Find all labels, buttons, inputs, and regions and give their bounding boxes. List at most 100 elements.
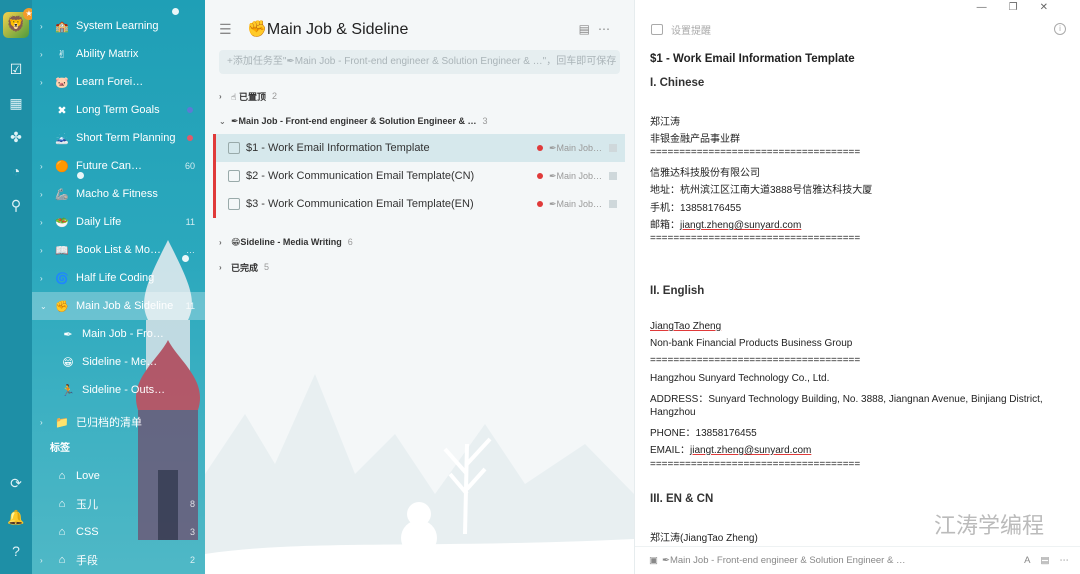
color-dot [187, 107, 193, 113]
footer-list-name[interactable]: ✒Main Job - Front-end engineer & Solutio… [662, 555, 905, 566]
victory-hand-icon: ✌ [57, 48, 67, 61]
en-address-city: Hangzhou [650, 407, 696, 418]
heading-en-cn: III. EN & CN [650, 493, 714, 505]
info-icon[interactable]: i [1054, 23, 1066, 35]
sidebar-item-system-learning[interactable]: › 🏫 System Learning [32, 12, 205, 40]
cn-address: 地址：杭州滨江区江南大道3888号信雅达科技大厦 [650, 185, 873, 196]
mountain-icon: 🗻 [55, 132, 69, 145]
cn-company: 信雅达科技股份有限公司 [650, 168, 760, 179]
calendar-icon[interactable]: ▦ [0, 86, 32, 120]
en-dept: Non-bank Financial Products Business Gro… [650, 338, 853, 349]
tag-item-shouduan[interactable]: › ⌂ 手段 2 [32, 546, 205, 574]
priority-dot [537, 201, 543, 207]
task-row[interactable]: $2 - Work Communication Email Template(C… [213, 162, 625, 190]
separator-line: ==================================== [650, 459, 861, 470]
tag-icon: ⌂ [58, 470, 66, 482]
note-icon [609, 200, 617, 208]
tag-item-css[interactable]: ⌂ CSS 3 [32, 518, 205, 546]
list-move-icon[interactable]: ▣ [649, 555, 658, 566]
search-icon[interactable]: ⚲ [0, 188, 32, 222]
sidebar-item-ability-matrix[interactable]: › ✌ Ability Matrix [32, 40, 205, 68]
en-phone: PHONE：13858176455 [650, 428, 757, 439]
grin-icon: 😁 [62, 356, 74, 369]
tag-icon: ⌂ [58, 526, 66, 538]
collapse-menu-icon[interactable]: ☰ [219, 21, 237, 38]
more-icon[interactable]: ⋯ [598, 22, 618, 36]
sidebar-item-learn-foreign[interactable]: › 🐷 Learn Forei… [32, 68, 205, 96]
task-row[interactable]: $1 - Work Email Information Template ✒Mai… [213, 134, 625, 162]
separator-line: ==================================== [650, 147, 861, 158]
sidebar-item-daily-life[interactable]: › 🥗 Daily Life 11 [32, 208, 205, 236]
sidebar-subitem-main-job[interactable]: ✒ Main Job - Fro… [32, 320, 205, 348]
group-pinned[interactable]: › ☝ 已置顶 2 [219, 86, 277, 106]
sync-icon[interactable]: ⟳ [0, 466, 32, 500]
grid-icon[interactable]: ✤ [0, 120, 32, 154]
group-main-job[interactable]: ⌄ ✒Main Job - Front-end engineer & Soluti… [219, 111, 488, 131]
task-checkbox[interactable] [228, 170, 240, 182]
swirl-icon: 🌀 [55, 272, 69, 285]
watermark: 江涛学编程 [933, 514, 1044, 539]
clock-icon[interactable]: ◔ [0, 154, 32, 188]
task-checkbox[interactable] [228, 142, 240, 154]
task-checkbox[interactable] [228, 198, 240, 210]
cn-email: 邮箱：jiangt.zheng@sunyard.com [650, 220, 802, 231]
en-company: Hangzhou Sunyard Technology Co., Ltd. [650, 373, 830, 384]
tag-item-love[interactable]: ⌂ Love [32, 462, 205, 490]
book-icon: 📖 [55, 244, 69, 257]
snowflake [182, 255, 189, 262]
sidebar-item-archived[interactable]: › 📁 已归档的清单 [32, 408, 205, 436]
tag-item-yuer[interactable]: ⌂ 玉儿 8 [32, 490, 205, 518]
orange-circle-icon: 🟠 [55, 160, 69, 173]
note-icon [609, 144, 617, 152]
comment-icon[interactable]: ▤ [1041, 555, 1050, 566]
cn-name: 郑江涛 [650, 117, 680, 128]
school-icon: 🏫 [55, 20, 69, 33]
cross-icon: ✖ [57, 104, 67, 117]
sidebar-item-long-term-goals[interactable]: ✖ Long Term Goals [32, 96, 205, 124]
sidebar-item-half-life-coding[interactable]: › 🌀 Half Life Coding [32, 264, 205, 292]
list-title: ✊Main Job & Sideline [247, 21, 409, 38]
group-sideline-media[interactable]: › 😁Sideline - Media Writing 6 [219, 232, 353, 252]
avatar[interactable]: 🦁 ★ [3, 8, 35, 38]
maximize-icon[interactable]: ❐ [1009, 2, 1040, 13]
pen-icon: ✒ [63, 328, 73, 341]
salad-icon: 🥗 [55, 216, 69, 229]
separator-line: ==================================== [650, 355, 861, 366]
fist-icon: ✊ [55, 300, 69, 313]
add-task-input[interactable]: +添加任务至"✒Main Job - Front-end engineer & … [219, 50, 620, 74]
help-icon[interactable]: ? [0, 534, 32, 568]
sidebar: › 🏫 System Learning › ✌ Ability Matrix › 🐷 Lea… [32, 0, 205, 574]
winter-scene-decoration [205, 374, 634, 574]
sidebar-item-book-list[interactable]: › 📖 Book List & Mo…… [32, 236, 205, 264]
close-icon[interactable]: ✕ [1040, 2, 1070, 13]
more-options-icon[interactable]: ⋯ [1060, 555, 1070, 566]
sort-icon[interactable]: ▤ [579, 22, 598, 36]
font-format-icon[interactable]: A [1024, 555, 1030, 566]
detail-title[interactable]: $1 - Work Email Information Template [650, 53, 855, 65]
sidebar-subitem-sideline-media[interactable]: 😁 Sideline - Me… [32, 348, 205, 376]
heading-english: II. English [650, 285, 705, 297]
sidebar-item-future-can[interactable]: › 🟠 Future Can… 60 [32, 152, 205, 180]
tag-icon: ⌂ [58, 554, 66, 566]
sidebar-item-macho-fitness[interactable]: › 🦾 Macho & Fitness [32, 180, 205, 208]
calendar-reminder-icon[interactable] [651, 23, 663, 35]
detail-footer: ▣ ✒Main Job - Front-end engineer & Solut… [635, 546, 1080, 574]
sidebar-item-main-job-sideline[interactable]: ⌄ ✊ Main Job & Sideline 11 [32, 292, 205, 320]
combo-name: 郑江涛(JiangTao Zheng) [650, 533, 758, 544]
minimize-icon[interactable]: — [977, 2, 1009, 13]
en-email: EMAIL：jiangt.zheng@sunyard.com [650, 445, 812, 456]
task-row[interactable]: $3 - Work Communication Email Template(E… [213, 190, 625, 218]
set-reminder-label[interactable]: 设置提醒 [671, 22, 711, 37]
checkbox-icon[interactable]: ☑ [0, 52, 32, 86]
group-completed[interactable]: › 已完成 5 [219, 257, 269, 277]
task-detail-pane: —❐✕ 设置提醒 i $1 - Work Email Information T… [634, 0, 1080, 574]
note-icon [609, 172, 617, 180]
color-dot [187, 135, 193, 141]
snowflake [77, 172, 84, 179]
heading-chinese: I. Chinese [650, 77, 705, 89]
sidebar-subitem-sideline-outs[interactable]: 🏃 Sideline - Outs… [32, 376, 205, 404]
bell-icon[interactable]: 🔔 [0, 500, 32, 534]
sidebar-item-short-term-planning[interactable]: 🗻 Short Term Planning [32, 124, 205, 152]
cn-dept: 非银金融产品事业群 [650, 134, 740, 145]
cn-phone: 手机：13858176455 [650, 203, 742, 214]
